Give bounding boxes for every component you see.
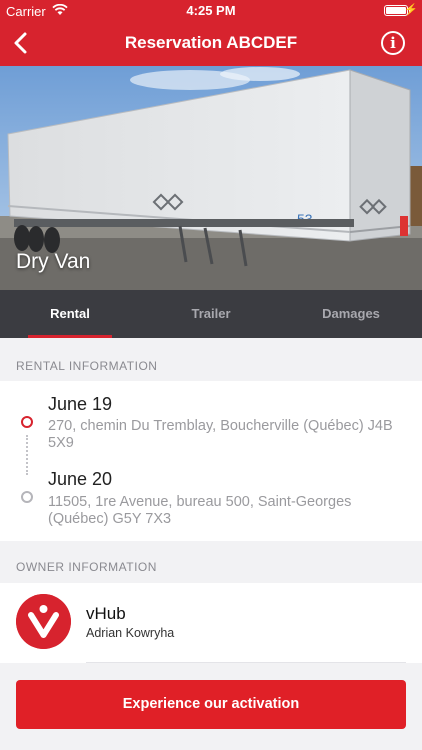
status-bar: Carrier 4:25 PM ⚡ <box>0 0 422 22</box>
active-tab-indicator <box>28 335 112 338</box>
vhub-logo <box>16 594 71 649</box>
tab-damages[interactable]: Damages <box>281 290 421 338</box>
end-address: 11505, 1re Avenue, bureau 500, Saint-Geo… <box>48 494 352 527</box>
owner-row[interactable]: vHub Adrian Kowryha <box>0 583 422 663</box>
tab-trailer[interactable]: Trailer <box>141 290 281 338</box>
end-point-icon <box>21 491 33 503</box>
tab-rental[interactable]: Rental <box>0 290 140 338</box>
info-icon: i <box>390 34 396 52</box>
top-bar: Carrier 4:25 PM ⚡ Reservation ABCDEF i <box>0 0 422 66</box>
rental-info-panel: June 19 270, chemin Du Tremblay, Boucher… <box>0 381 422 541</box>
tab-bar: Rental Trailer Damages <box>0 290 422 338</box>
start-point-icon <box>21 416 33 428</box>
charging-icon: ⚡ <box>404 4 418 16</box>
timeline-connector <box>26 435 28 475</box>
trailer-photo: 53 Dry Van <box>0 66 422 290</box>
info-button[interactable]: i <box>381 31 405 55</box>
page-title: Reservation ABCDEF <box>124 33 298 52</box>
status-time: 4:25 PM <box>186 3 236 18</box>
owner-info-heading: OWNER INFORMATION <box>0 546 422 588</box>
owner-contact: Adrian Kowryha <box>86 626 175 640</box>
divider <box>86 662 406 663</box>
experience-activation-button[interactable]: Experience our activation <box>16 680 406 729</box>
start-date: June 19 <box>48 394 113 414</box>
end-date: June 20 <box>48 469 113 489</box>
trailer-type-label: Dry Van <box>16 250 91 273</box>
start-address: 270, chemin Du Tremblay, Boucherville (Q… <box>48 418 393 451</box>
owner-name: vHub <box>86 604 126 623</box>
